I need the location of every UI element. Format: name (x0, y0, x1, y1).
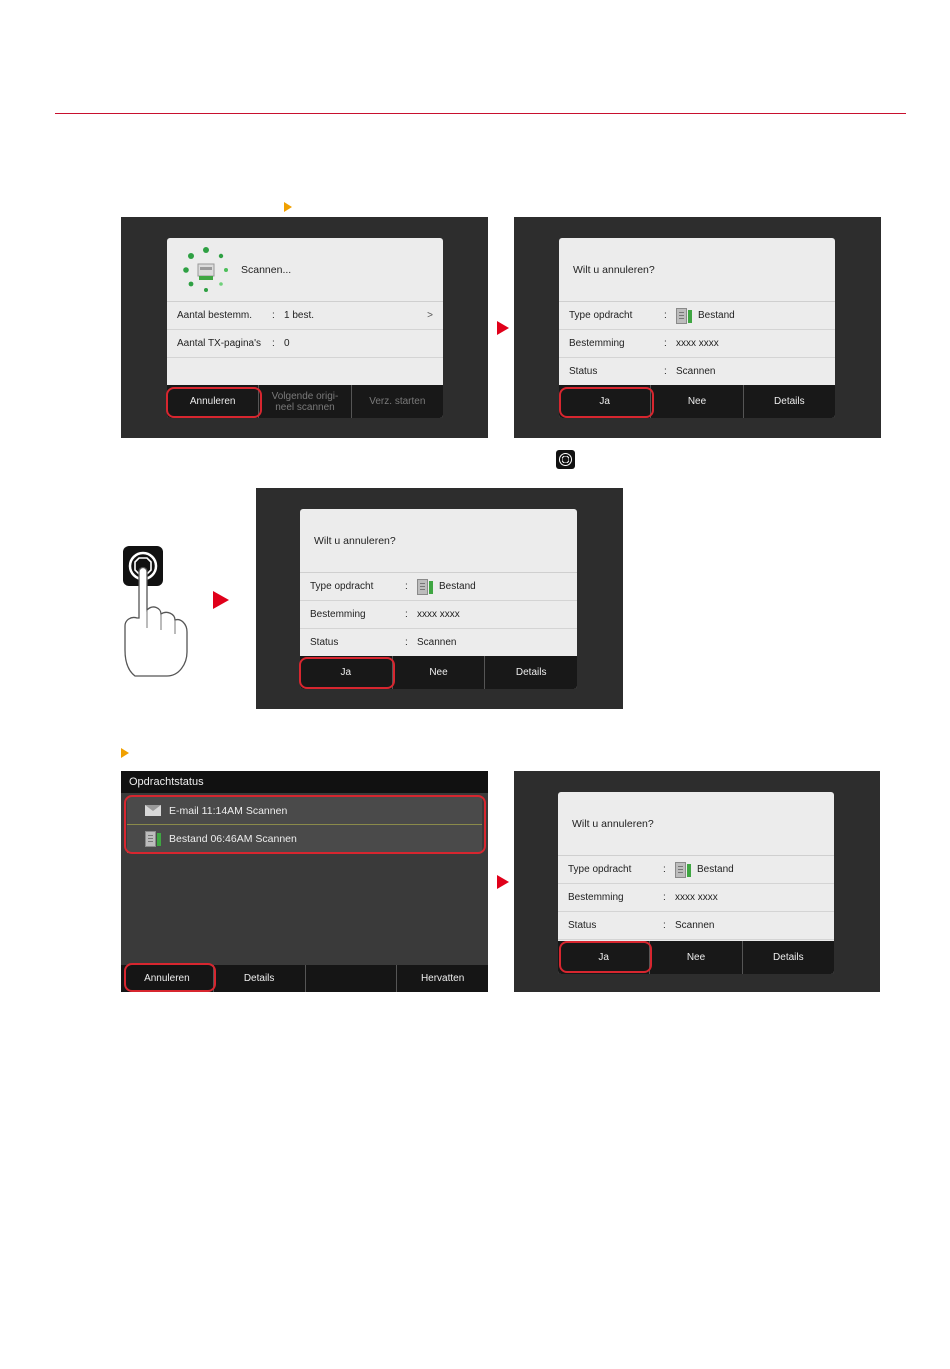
confirm-question: Wilt u annuleren? (559, 238, 835, 302)
status-row: Status : Scannen (558, 912, 834, 940)
separator: : (663, 920, 666, 931)
job-type-value: Bestand (439, 581, 476, 592)
file-icon (417, 578, 433, 595)
tx-pages-label: Aantal TX-pagina's (177, 338, 261, 349)
empty-button (304, 965, 397, 992)
status-row: Status : Scannen (559, 358, 835, 386)
destination-value: xxxx xxxx (676, 338, 719, 349)
step-marker-icon (121, 748, 129, 758)
details-button[interactable]: Details (741, 941, 834, 974)
file-icon (676, 307, 692, 324)
no-button[interactable]: Nee (391, 656, 485, 689)
destination-value: xxxx xxxx (675, 892, 718, 903)
highlight-jobs (124, 795, 486, 854)
separator: : (405, 609, 408, 620)
job-status-screen: Opdrachtstatus E-mail 11:14AM Scannen Be… (121, 771, 488, 992)
job-type-row: Type opdracht : Bestand (559, 302, 835, 330)
no-button[interactable]: Nee (649, 941, 741, 974)
job-type-row: Type opdracht : Bestand (300, 573, 577, 601)
chevron-right-icon: > (427, 310, 433, 321)
highlight-yes (559, 387, 654, 418)
pointing-hand-icon (123, 546, 188, 677)
separator: : (405, 581, 408, 592)
job-type-label: Type opdracht (569, 310, 633, 321)
separator: : (664, 310, 667, 321)
status-label: Status (568, 920, 597, 931)
confirm-screen-1: Wilt u annuleren? Type opdracht : Bestan… (514, 217, 881, 438)
file-icon (675, 861, 691, 878)
destination-count-row[interactable]: Aantal bestemm. : 1 best. > (167, 302, 443, 330)
job-status-title: Opdrachtstatus (121, 771, 488, 793)
scanning-header: Scannen... (167, 238, 443, 302)
header-rule (55, 113, 906, 114)
next-arrow-icon (213, 591, 229, 609)
confirm-screen-2: Wilt u annuleren? Type opdracht : Bestan… (256, 488, 623, 709)
no-button[interactable]: Nee (650, 385, 742, 418)
step-marker-icon (284, 202, 292, 212)
job-type-label: Type opdracht (310, 581, 374, 592)
next-arrow-icon (497, 875, 509, 889)
separator: : (272, 338, 275, 349)
scanning-status-text: Scannen... (241, 263, 292, 276)
tx-pages-row: Aantal TX-pagina's : 0 (167, 330, 443, 358)
status-label: Status (310, 637, 339, 648)
destination-count-value: 1 best. (284, 310, 315, 321)
highlight-yes (299, 657, 395, 689)
destination-label: Bestemming (569, 338, 625, 349)
scan-next-original-button[interactable]: Volgende origi- neel scannen (258, 385, 350, 418)
confirm-question: Wilt u annuleren? (558, 792, 834, 856)
separator: : (272, 310, 275, 321)
next-arrow-icon (497, 321, 509, 335)
confirm-screen-3: Wilt u annuleren? Type opdracht : Bestan… (514, 771, 880, 992)
details-button[interactable]: Details (742, 385, 835, 418)
details-button[interactable]: Details (212, 965, 305, 992)
separator: : (664, 366, 667, 377)
job-type-value: Bestand (698, 310, 735, 321)
destination-count-label: Aantal bestemm. (177, 310, 253, 321)
destination-row: Bestemming : xxxx xxxx (558, 884, 834, 912)
destination-value: xxxx xxxx (417, 609, 460, 620)
resume-button[interactable]: Hervatten (396, 965, 488, 992)
job-type-label: Type opdracht (568, 864, 632, 875)
status-row: Status : Scannen (300, 629, 577, 657)
scanning-screen: Scannen... Aantal bestemm. : 1 best. > A… (121, 217, 488, 438)
destination-row: Bestemming : xxxx xxxx (559, 330, 835, 358)
highlight-yes (559, 941, 652, 973)
status-value: Scannen (676, 366, 716, 377)
separator: : (405, 637, 408, 648)
highlight-cancel (166, 387, 262, 418)
job-type-value: Bestand (697, 864, 734, 875)
destination-label: Bestemming (310, 609, 366, 620)
separator: : (664, 338, 667, 349)
destination-row: Bestemming : xxxx xxxx (300, 601, 577, 629)
job-type-row: Type opdracht : Bestand (558, 856, 834, 884)
details-button[interactable]: Details (484, 656, 577, 689)
destination-label: Bestemming (568, 892, 624, 903)
start-sending-button[interactable]: Verz. starten (350, 385, 443, 418)
scanning-spinner-icon (183, 246, 228, 292)
status-value: Scannen (675, 920, 715, 931)
status-value: Scannen (417, 637, 457, 648)
tx-pages-value: 0 (284, 338, 290, 349)
highlight-cancel (124, 963, 216, 992)
separator: : (663, 892, 666, 903)
confirm-question: Wilt u annuleren? (300, 509, 577, 573)
stop-key-icon (556, 450, 575, 469)
status-label: Status (569, 366, 598, 377)
separator: : (663, 864, 666, 875)
